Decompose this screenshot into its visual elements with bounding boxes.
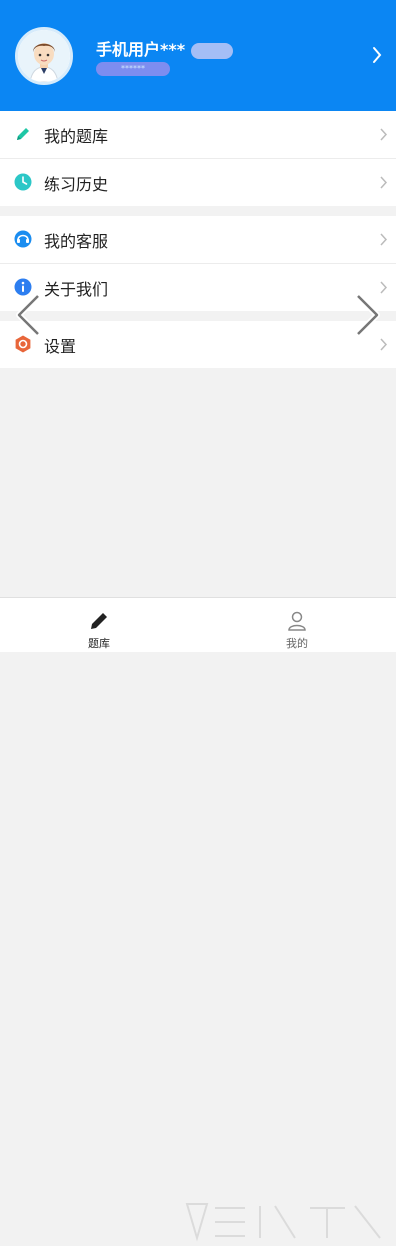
menu-item-label: 关于我们 — [44, 280, 109, 299]
menu-item-label: 我的题库 — [44, 127, 109, 146]
chevron-right-icon — [380, 233, 387, 246]
menu-item-practice-history[interactable]: 练习历史 — [0, 158, 396, 206]
masked-subtext: ****** — [96, 62, 170, 76]
menu-item-label: 设置 — [44, 337, 77, 356]
menu-item-settings[interactable]: 设置 — [0, 321, 396, 368]
pencil-icon — [17, 128, 29, 140]
watermark-logo-icon — [185, 1203, 381, 1242]
chevron-right-icon — [380, 338, 387, 351]
avatar-illustration — [18, 30, 70, 82]
username: 手机用户*** — [96, 36, 233, 60]
tab-question-bank[interactable]: 题库 — [0, 598, 198, 652]
gallery-next-arrow-icon[interactable] — [354, 293, 382, 337]
menu-item-label: 练习历史 — [44, 175, 109, 194]
menu-group-support: 我的客服 关于我们 — [0, 216, 396, 311]
username-text: 手机用户*** — [96, 40, 186, 59]
tab-label: 我的 — [286, 637, 308, 650]
headset-icon — [14, 230, 32, 248]
redacted-blur — [190, 42, 233, 59]
menu-item-about-us[interactable]: 关于我们 — [0, 263, 396, 311]
menu-item-label: 我的客服 — [44, 232, 109, 251]
avatar[interactable] — [15, 27, 73, 85]
menu-group-settings: 设置 — [0, 321, 396, 368]
gallery-prev-arrow-icon[interactable] — [14, 293, 42, 337]
tab-mine[interactable]: 我的 — [198, 598, 396, 652]
person-icon — [288, 611, 306, 631]
chevron-right-icon — [380, 128, 387, 141]
pencil-icon — [91, 613, 107, 629]
chevron-right-icon[interactable] — [372, 46, 382, 64]
menu-group-study: 我的题库 练习历史 — [0, 111, 396, 206]
menu-item-customer-service[interactable]: 我的客服 — [0, 216, 396, 263]
profile-header[interactable]: 手机用户*** ****** — [0, 0, 396, 111]
tab-label: 题库 — [88, 637, 110, 650]
settings-icon — [15, 335, 31, 353]
clock-icon — [14, 173, 32, 191]
bottom-tab-bar: 题库 我的 — [0, 597, 396, 1242]
menu-item-my-question-bank[interactable]: 我的题库 — [0, 111, 396, 158]
chevron-right-icon — [380, 176, 387, 189]
